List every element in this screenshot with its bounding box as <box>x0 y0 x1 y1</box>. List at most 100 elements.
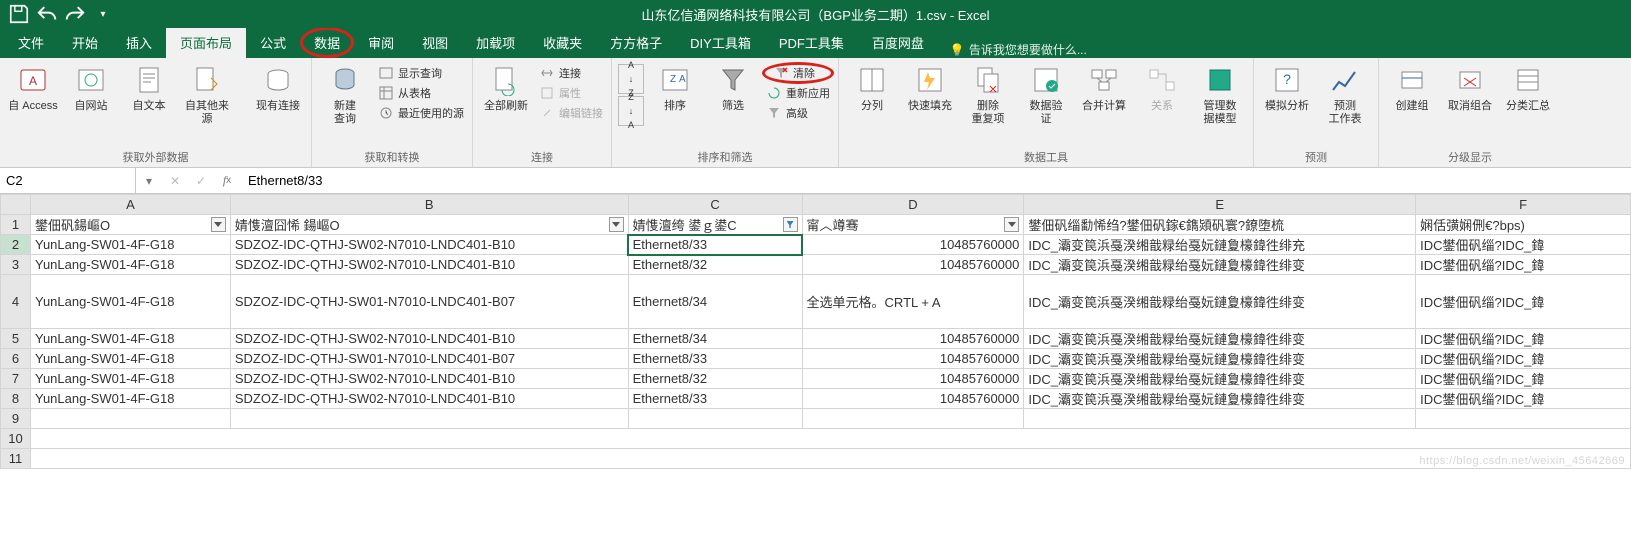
sort-desc-button[interactable]: Z↓A <box>618 96 644 126</box>
tab-diy[interactable]: DIY工具箱 <box>676 27 765 58</box>
cell[interactable]: IDC_灞变笢浜戞湀缃戠粶绐戞妧鏈夐檺鍏徃绯充 <box>1024 235 1416 255</box>
undo-button[interactable] <box>36 3 58 25</box>
cell[interactable]: SDZOZ-IDC-QTHJ-SW02-N7010-LNDC401-B10 <box>230 235 628 255</box>
tab-addin[interactable]: 加载项 <box>462 27 529 58</box>
cell[interactable]: IDC鐢佃矾缁?IDC_鍏 <box>1416 349 1631 369</box>
clear-filter-button[interactable]: 清除 <box>762 62 834 84</box>
cell[interactable]: IDC_灞变笢浜戞湀缃戠粶绐戞妧鏈夐檺鍏徃绯变 <box>1024 275 1416 329</box>
cell[interactable]: Ethernet8/34 <box>628 275 802 329</box>
select-all-corner[interactable] <box>1 195 31 215</box>
cell[interactable]: IDC鐢佃矾缁?IDC_鍏 <box>1416 255 1631 275</box>
cell[interactable]: IDC鐢佃矾缁?IDC_鍏 <box>1416 329 1631 349</box>
forecast-sheet-button[interactable]: 预测 工作表 <box>1318 62 1372 126</box>
header-cell[interactable]: 婧愯澶囧悕 鍚嶇О <box>235 215 340 234</box>
cell[interactable] <box>628 409 802 429</box>
header-cell[interactable]: 鐢佃矾鍚嶇О <box>35 215 110 234</box>
sort-asc-button[interactable]: A↓Z <box>618 64 644 94</box>
tab-file[interactable]: 文件 <box>4 27 58 58</box>
whatif-button[interactable]: ?模拟分析 <box>1260 62 1314 113</box>
cell[interactable]: YunLang-SW01-4F-G18 <box>30 369 230 389</box>
cell[interactable]: YunLang-SW01-4F-G18 <box>30 329 230 349</box>
cell[interactable]: SDZOZ-IDC-QTHJ-SW02-N7010-LNDC401-B10 <box>230 369 628 389</box>
tab-view[interactable]: 视图 <box>408 27 462 58</box>
from-access-button[interactable]: A自 Access <box>6 62 60 113</box>
cell[interactable]: IDC鐢佃矾缁?IDC_鍏 <box>1416 389 1631 409</box>
enter-icon[interactable]: ✓ <box>188 168 214 193</box>
cell[interactable]: 全选单元格。CRTL + A <box>802 275 1024 329</box>
cell[interactable] <box>1024 409 1416 429</box>
text-to-columns-button[interactable]: 分列 <box>845 62 899 113</box>
row-header[interactable]: 2 <box>1 235 31 255</box>
header-cell[interactable]: 鐢佃矾缁勫悕绉?鐢佃矾鎵€鐫熲矾寰?鐐堕梳 <box>1028 215 1284 234</box>
cell[interactable]: YunLang-SW01-4F-G18 <box>30 349 230 369</box>
col-header-E[interactable]: E <box>1024 195 1416 215</box>
row-header[interactable]: 11 <box>1 449 31 469</box>
row-header[interactable]: 7 <box>1 369 31 389</box>
cell[interactable]: SDZOZ-IDC-QTHJ-SW01-N7010-LNDC401-B07 <box>230 349 628 369</box>
cell[interactable]: 10485760000 <box>802 329 1024 349</box>
cell[interactable]: YunLang-SW01-4F-G18 <box>30 235 230 255</box>
header-cell[interactable]: 婧愯澶绔 鍙ｇ鍙C <box>633 215 737 234</box>
data-model-button[interactable]: 管理数 据模型 <box>1193 62 1247 126</box>
advanced-filter-button[interactable]: 高级 <box>764 104 832 122</box>
col-header-F[interactable]: F <box>1416 195 1631 215</box>
redo-button[interactable] <box>64 3 86 25</box>
filter-dropdown-A[interactable] <box>211 217 226 232</box>
worksheet-grid[interactable]: A B C D E F 1 鐢佃矾鍚嶇О 婧愯澶囧悕 鍚嶇О 婧愯澶绔 鍙ｇ鍙C… <box>0 194 1631 469</box>
remove-duplicates-button[interactable]: 删除 重复项 <box>961 62 1015 126</box>
row-header[interactable]: 10 <box>1 429 31 449</box>
cell[interactable]: Ethernet8/33 <box>628 349 802 369</box>
consolidate-button[interactable]: 合并计算 <box>1077 62 1131 113</box>
row-header[interactable]: 4 <box>1 275 31 329</box>
filter-dropdown-B[interactable] <box>609 217 624 232</box>
reapply-button[interactable]: 重新应用 <box>764 84 832 102</box>
from-other-button[interactable]: 自其他来源 <box>180 62 234 126</box>
cell[interactable]: 10485760000 <box>802 389 1024 409</box>
formula-input[interactable] <box>248 173 1623 188</box>
new-query-button[interactable]: 新建 查询 <box>318 62 372 126</box>
save-button[interactable] <box>8 3 30 25</box>
cell[interactable] <box>802 409 1024 429</box>
cell[interactable]: 10485760000 <box>802 349 1024 369</box>
cell[interactable]: YunLang-SW01-4F-G18 <box>30 255 230 275</box>
filter-button[interactable]: 筛选 <box>706 62 760 113</box>
cell[interactable]: 10485760000 <box>802 255 1024 275</box>
row-header[interactable]: 6 <box>1 349 31 369</box>
cell[interactable]: 10485760000 <box>802 369 1024 389</box>
cancel-icon[interactable]: ✕ <box>162 168 188 193</box>
refresh-all-button[interactable]: 全部刷新 <box>479 62 533 113</box>
tab-data[interactable]: 数据 <box>300 27 354 58</box>
group-button[interactable]: 创建组 <box>1385 62 1439 113</box>
cell[interactable]: IDC_灞变笢浜戞湀缃戠粶绐戞妧鏈夐檺鍏徃绯变 <box>1024 255 1416 275</box>
relationships-button[interactable]: 关系 <box>1135 62 1189 113</box>
cell[interactable]: IDC_灞变笢浜戞湀缃戠粶绐戞妧鏈夐檺鍏徃绯变 <box>1024 349 1416 369</box>
cell[interactable]: IDC鐢佃矾缁?IDC_鍏 <box>1416 369 1631 389</box>
cell[interactable]: SDZOZ-IDC-QTHJ-SW02-N7010-LNDC401-B10 <box>230 255 628 275</box>
row-header-1[interactable]: 1 <box>1 215 31 235</box>
tab-insert[interactable]: 插入 <box>112 27 166 58</box>
row-header[interactable]: 3 <box>1 255 31 275</box>
col-header-A[interactable]: A <box>30 195 230 215</box>
properties-button[interactable]: 属性 <box>537 84 605 102</box>
data-validation-button[interactable]: 数据验 证 <box>1019 62 1073 126</box>
tab-home[interactable]: 开始 <box>58 27 112 58</box>
cell[interactable]: SDZOZ-IDC-QTHJ-SW02-N7010-LNDC401-B10 <box>230 389 628 409</box>
edit-links-button[interactable]: 编辑链接 <box>537 104 605 122</box>
tab-fang[interactable]: 方方格子 <box>596 27 676 58</box>
from-table-button[interactable]: 从表格 <box>376 84 466 102</box>
tab-review[interactable]: 审阅 <box>354 27 408 58</box>
filter-dropdown-C[interactable] <box>783 217 798 232</box>
col-header-D[interactable]: D <box>802 195 1024 215</box>
header-cell[interactable]: 甯︿竴骞 <box>807 215 859 234</box>
cell[interactable]: Ethernet8/34 <box>628 329 802 349</box>
tab-pagelayout[interactable]: 页面布局 <box>166 27 246 58</box>
row-header[interactable]: 9 <box>1 409 31 429</box>
cell[interactable] <box>30 409 230 429</box>
cell[interactable]: IDC_灞变笢浜戞湀缃戠粶绐戞妧鏈夐檺鍏徃绯变 <box>1024 329 1416 349</box>
cell[interactable]: 10485760000 <box>802 235 1024 255</box>
cell[interactable]: SDZOZ-IDC-QTHJ-SW01-N7010-LNDC401-B07 <box>230 275 628 329</box>
tab-formula[interactable]: 公式 <box>246 27 300 58</box>
show-queries-button[interactable]: 显示查询 <box>376 64 466 82</box>
tab-baidu[interactable]: 百度网盘 <box>858 27 938 58</box>
cell[interactable]: SDZOZ-IDC-QTHJ-SW02-N7010-LNDC401-B10 <box>230 329 628 349</box>
